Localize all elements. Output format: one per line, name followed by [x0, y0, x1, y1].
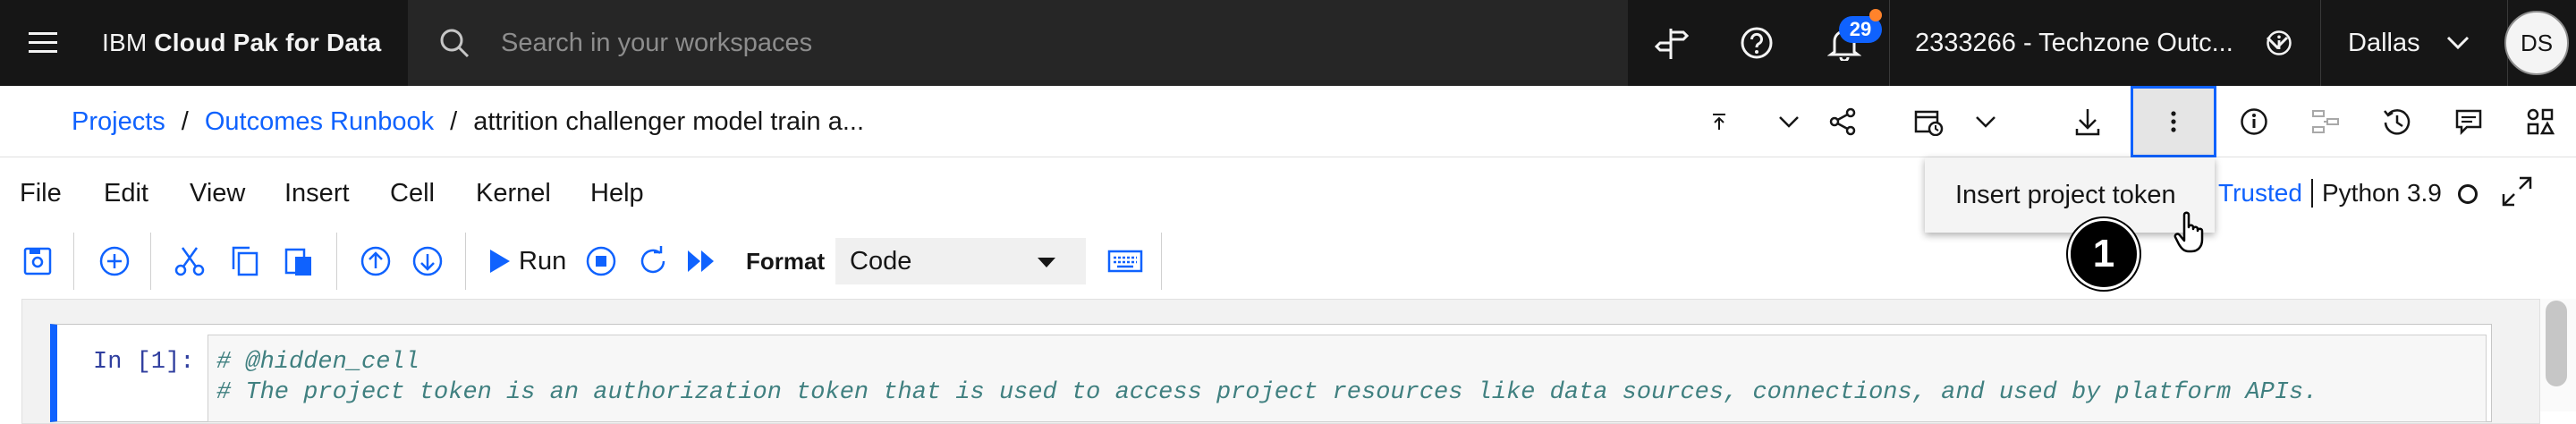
search-input[interactable]: [501, 0, 1628, 86]
run-play-icon[interactable]: [474, 236, 524, 286]
menu-help[interactable]: Help: [590, 157, 644, 229]
run-button-label[interactable]: Run: [519, 229, 566, 293]
account-info-icon[interactable]: [2236, 0, 2322, 86]
kernel-divider: [2311, 179, 2313, 208]
toolbar-divider: [465, 233, 466, 290]
keyboard-shortcuts-icon[interactable]: [1100, 236, 1150, 286]
paste-cell-icon[interactable]: [274, 236, 324, 286]
code-line: # @hidden_cell: [216, 349, 419, 376]
cell-format-value: Code: [850, 246, 912, 276]
hand-pointer-cursor-icon: [2174, 211, 2204, 253]
move-cell-down-icon[interactable]: [402, 236, 453, 286]
menu-view[interactable]: View: [190, 157, 245, 229]
collapse-arrow-icon[interactable]: [1685, 86, 1753, 157]
toolbar-divider: [150, 233, 151, 290]
format-label: Format: [746, 247, 826, 275]
version-history-icon[interactable]: [2361, 86, 2433, 157]
caret-down-icon: [1038, 258, 1055, 267]
menu-kernel[interactable]: Kernel: [476, 157, 551, 229]
share-icon[interactable]: [1807, 86, 1878, 157]
menu-file[interactable]: File: [20, 157, 62, 229]
breadcrumb-separator: /: [450, 106, 458, 136]
kernel-idle-indicator: [2458, 184, 2478, 204]
toolbar-divider: [336, 233, 337, 290]
region-switcher[interactable]: Dallas: [2320, 0, 2508, 86]
account-name: 2333266 - Techzone Outc...: [1915, 28, 2233, 57]
save-notebook-icon[interactable]: [13, 236, 63, 286]
brand-name: Cloud Pak for Data: [154, 29, 382, 56]
trusted-indicator[interactable]: Trusted: [2218, 157, 2302, 229]
environment-icon[interactable]: [2504, 86, 2576, 157]
cell-input-prompt: In [1]:: [93, 349, 195, 376]
signpost-icon[interactable]: [1630, 0, 1716, 86]
comments-icon[interactable]: [2433, 86, 2504, 157]
toolbar-divider: [1161, 233, 1162, 290]
user-avatar[interactable]: DS: [2504, 11, 2569, 75]
breadcrumb-current-notebook: attrition challenger model train a...: [473, 106, 865, 136]
cut-cell-icon[interactable]: [165, 236, 215, 286]
restart-kernel-icon[interactable]: [628, 236, 678, 286]
brand-prefix: IBM: [102, 29, 148, 56]
data-lineage-icon: [2290, 86, 2361, 157]
breadcrumb: Projects / Outcomes Runbook / attrition …: [72, 86, 864, 157]
menu-insert[interactable]: Insert: [284, 157, 350, 229]
toolbar-divider: [73, 233, 74, 290]
breadcrumb-projects[interactable]: Projects: [72, 107, 165, 137]
breadcrumb-separator: /: [181, 106, 189, 136]
overflow-menu-vertical-icon: [2171, 111, 2176, 132]
interrupt-kernel-icon[interactable]: [576, 236, 626, 286]
hamburger-menu-icon[interactable]: [0, 0, 86, 86]
copy-cell-icon[interactable]: [220, 236, 270, 286]
search-icon[interactable]: [408, 0, 501, 86]
notification-alert-dot: [1869, 9, 1882, 21]
breadcrumb-outcomes-runbook[interactable]: Outcomes Runbook: [205, 107, 434, 137]
scrollbar-thumb[interactable]: [2546, 301, 2567, 386]
insert-project-token-menu-item[interactable]: Insert project token: [1925, 157, 2215, 233]
fullscreen-expand-icon[interactable]: [2501, 175, 2537, 211]
step-number-marker: 1: [2068, 218, 2140, 290]
kernel-name[interactable]: Python 3.9: [2322, 157, 2442, 229]
code-line: # The project token is an authorization …: [216, 379, 2318, 406]
chevron-down-icon[interactable]: [1950, 86, 2021, 157]
menu-cell[interactable]: Cell: [390, 157, 435, 229]
move-cell-up-icon[interactable]: [351, 236, 401, 286]
breadcrumb-bar: Projects / Outcomes Runbook / attrition …: [0, 86, 2576, 157]
restart-run-all-icon[interactable]: [676, 236, 726, 286]
code-editor[interactable]: [208, 335, 2487, 422]
region-name: Dallas: [2348, 28, 2420, 57]
help-icon[interactable]: [1714, 0, 1800, 86]
add-cell-icon[interactable]: [89, 236, 140, 286]
cell-format-select[interactable]: Code: [835, 238, 1086, 284]
download-icon[interactable]: [2052, 86, 2123, 157]
chevron-down-icon: [2446, 36, 2470, 50]
info-icon[interactable]: [2218, 86, 2290, 157]
overflow-menu-button[interactable]: [2131, 86, 2216, 157]
menu-edit[interactable]: Edit: [104, 157, 148, 229]
product-name[interactable]: IBM Cloud Pak for Data: [86, 0, 411, 86]
global-search: [408, 0, 1628, 86]
